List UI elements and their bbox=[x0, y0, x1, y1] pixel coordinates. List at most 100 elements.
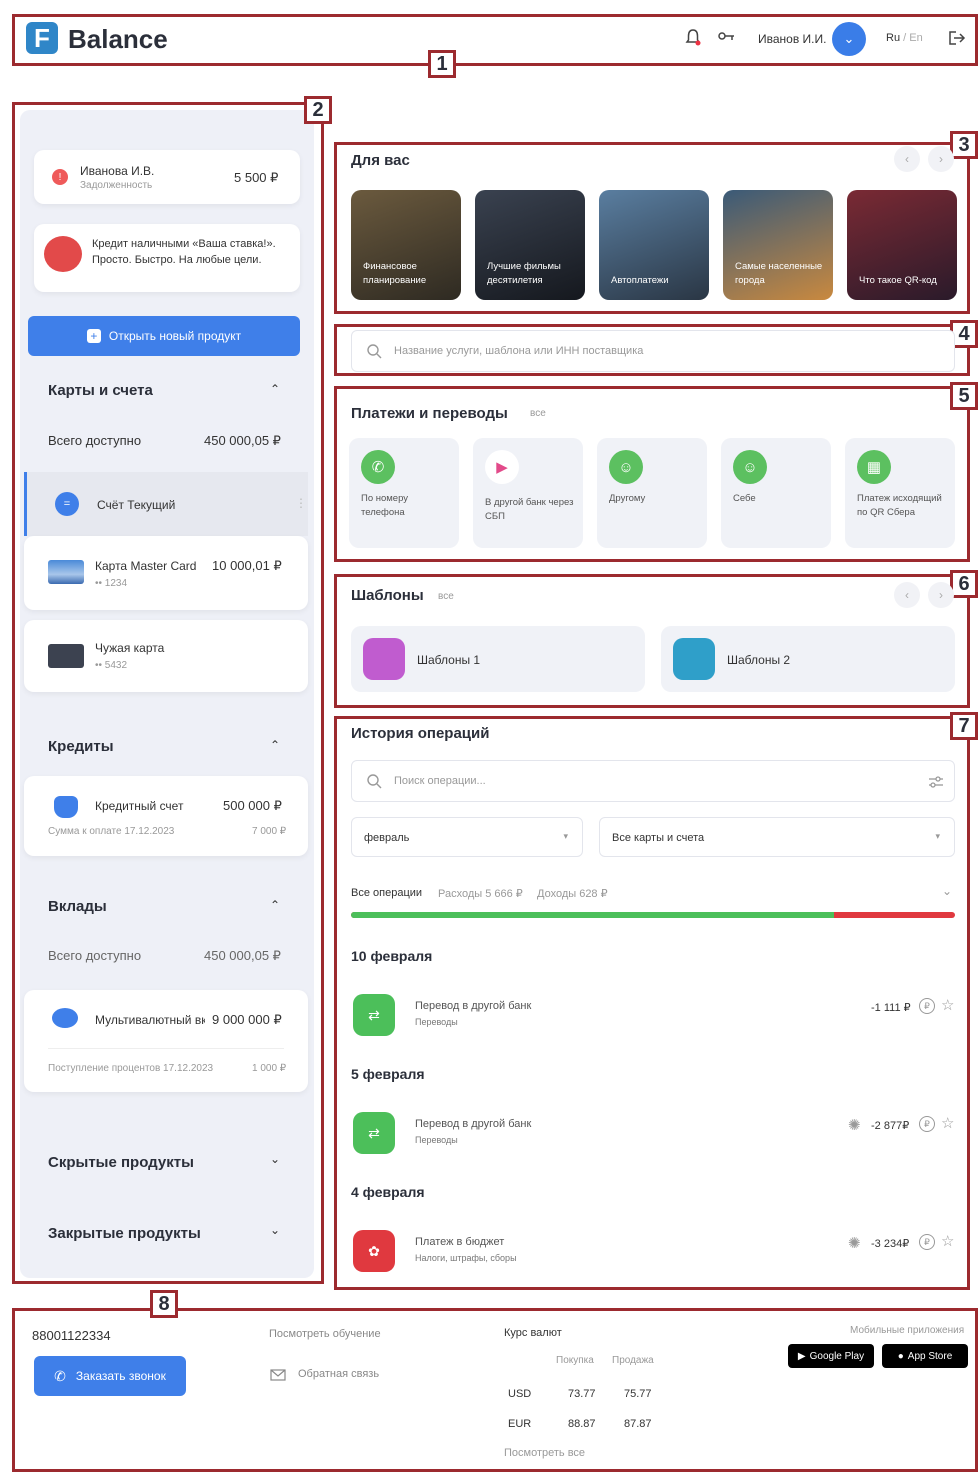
tile-label: Себе bbox=[733, 493, 756, 504]
google-play-icon: ▶ bbox=[797, 1350, 806, 1362]
next-arrow-icon[interactable]: › bbox=[928, 582, 954, 608]
template-card[interactable]: Шаблоны 2 bbox=[661, 626, 955, 692]
month-select[interactable]: февраль ▾ bbox=[351, 817, 583, 857]
transfer-icon: ⇄ bbox=[353, 1112, 395, 1154]
payment-tile-other[interactable]: ☺ Другому bbox=[597, 438, 707, 548]
mobile-apps-label: Мобильные приложения bbox=[850, 1325, 965, 1336]
rate-buy: 73.77 bbox=[568, 1388, 596, 1400]
logo-icon[interactable]: F bbox=[26, 22, 58, 54]
star-icon[interactable]: ☆ bbox=[941, 1232, 954, 1250]
filter-expenses-tab[interactable]: Расходы 5 666 ₽ bbox=[438, 887, 523, 900]
promo-card[interactable]: Кредит наличными «Ваша ставка!». Просто.… bbox=[34, 224, 300, 292]
language-switch[interactable]: Ru / En bbox=[886, 32, 923, 44]
request-call-button[interactable]: ✆ Заказать звонок bbox=[34, 1356, 186, 1396]
filter-income-tab[interactable]: Доходы 628 ₽ bbox=[537, 887, 608, 900]
user-name[interactable]: Иванов И.И. bbox=[758, 32, 826, 46]
bell-icon[interactable] bbox=[684, 28, 702, 51]
piggy-bank-icon bbox=[52, 1008, 78, 1028]
credit-amount: 500 000 ₽ bbox=[223, 798, 282, 813]
payments-title: Платежи и переводы bbox=[351, 405, 508, 422]
card-row-mastercard[interactable]: Карта Master Card •• 1234 10 000,01 ₽ bbox=[24, 536, 308, 610]
payments-all-link[interactable]: все bbox=[530, 408, 546, 419]
region-tag-2: 2 bbox=[304, 96, 332, 124]
for-you-title: Для вас bbox=[351, 152, 410, 169]
payment-tile-sbp[interactable]: ▶ В другой банк через СБП bbox=[473, 438, 583, 548]
logout-icon[interactable] bbox=[948, 30, 966, 51]
chevron-up-icon[interactable]: ⌃ bbox=[270, 382, 280, 396]
service-search-input[interactable]: Название услуги, шаблона или ИНН поставщ… bbox=[351, 330, 955, 372]
repeat-icon[interactable]: ₽ bbox=[919, 1234, 935, 1250]
operation-row[interactable]: ⇄ Перевод в другой банк Переводы ✺ -2 87… bbox=[351, 1110, 955, 1156]
more-icon[interactable]: ⋮ bbox=[295, 496, 307, 510]
card-row-foreign[interactable]: Чужая карта •• 5432 bbox=[24, 620, 308, 692]
star-icon[interactable]: ☆ bbox=[941, 1114, 954, 1132]
date-heading: 4 февраля bbox=[351, 1184, 425, 1200]
key-icon[interactable] bbox=[718, 30, 736, 49]
hidden-products-title[interactable]: Скрытые продукты bbox=[48, 1154, 194, 1171]
feedback-link[interactable]: Обратная связь bbox=[298, 1368, 379, 1380]
prev-arrow-icon[interactable]: ‹ bbox=[894, 582, 920, 608]
story-card[interactable]: Финансовое планирование bbox=[351, 190, 461, 300]
person-add-icon: ☺ bbox=[609, 450, 643, 484]
operation-search-input[interactable]: Поиск операции... bbox=[351, 760, 955, 802]
account-row-current[interactable]: = Счёт Текущий ⋮ bbox=[24, 472, 308, 536]
chevron-down-icon[interactable]: ⌄ bbox=[270, 1152, 280, 1166]
deposit-row[interactable]: Мультивалютный вк 9 000 000 ₽ Поступлени… bbox=[24, 990, 308, 1092]
chevron-up-icon[interactable]: ⌃ bbox=[270, 898, 280, 912]
operation-amount: -2 877₽ bbox=[871, 1120, 910, 1132]
google-play-button[interactable]: ▶ Google Play bbox=[788, 1344, 874, 1368]
repeat-icon[interactable]: ₽ bbox=[919, 1116, 935, 1132]
template-card[interactable]: Шаблоны 1 bbox=[351, 626, 645, 692]
prev-arrow-icon[interactable]: ‹ bbox=[894, 146, 920, 172]
card-number: •• 5432 bbox=[95, 660, 128, 671]
filter-all-tab[interactable]: Все операции bbox=[351, 887, 422, 899]
credit-row[interactable]: Кредитный счет 500 000 ₽ Сумма к оплате … bbox=[24, 776, 308, 856]
deposit-amount: 9 000 000 ₽ bbox=[212, 1012, 282, 1027]
story-card[interactable]: Лучшие фильмы десятилетия bbox=[475, 190, 585, 300]
operation-search-placeholder: Поиск операции... bbox=[394, 775, 486, 787]
accounts-select[interactable]: Все карты и счета ▾ bbox=[599, 817, 955, 857]
payment-tile-phone[interactable]: ✆ По номеру телефона bbox=[349, 438, 459, 548]
transfer-icon: ⇄ bbox=[353, 994, 395, 1036]
operation-amount: -3 234₽ bbox=[871, 1238, 910, 1250]
template-icon bbox=[363, 638, 405, 680]
chevron-down-icon[interactable]: ⌄ bbox=[270, 1223, 280, 1237]
open-product-button[interactable]: + Открыть новый продукт bbox=[28, 316, 300, 356]
tutorial-link[interactable]: Посмотреть обучение bbox=[269, 1328, 381, 1340]
credit-due-amount: 7 000 ₽ bbox=[252, 826, 287, 837]
debt-card[interactable]: ! Иванова И.В. Задолженность 5 500 ₽ bbox=[34, 150, 300, 204]
story-card[interactable]: Что такое QR-код bbox=[847, 190, 957, 300]
lang-ru[interactable]: Ru bbox=[886, 32, 900, 44]
story-card[interactable]: Самые населенные города bbox=[723, 190, 833, 300]
closed-products-title[interactable]: Закрытые продукты bbox=[48, 1225, 201, 1242]
lang-en[interactable]: En bbox=[909, 32, 922, 44]
loading-icon: ✺ bbox=[848, 1117, 861, 1134]
payment-tile-self[interactable]: ☺ Себе bbox=[721, 438, 831, 548]
repeat-icon[interactable]: ₽ bbox=[919, 998, 935, 1014]
apple-icon: ● bbox=[897, 1350, 904, 1362]
month-value: февраль bbox=[364, 832, 410, 844]
star-icon[interactable]: ☆ bbox=[941, 996, 954, 1014]
money-bag-icon bbox=[54, 796, 78, 818]
operation-amount: -1 111 ₽ bbox=[871, 1002, 911, 1014]
tile-label: Платеж исходящий по QR Сбера bbox=[857, 493, 942, 518]
chevron-up-icon[interactable]: ⌃ bbox=[270, 738, 280, 752]
payment-tile-qr[interactable]: ▦ Платеж исходящий по QR Сбера bbox=[845, 438, 955, 548]
avatar[interactable]: ⌄ bbox=[832, 22, 866, 56]
filter-icon[interactable] bbox=[928, 775, 944, 794]
next-arrow-icon[interactable]: › bbox=[928, 146, 954, 172]
templates-all-link[interactable]: все bbox=[438, 591, 454, 602]
support-phone[interactable]: 88001122334 bbox=[32, 1328, 111, 1343]
debtor-name: Иванова И.В. bbox=[80, 164, 155, 178]
region-tag-7: 7 bbox=[950, 712, 978, 740]
card-amount: 10 000,01 ₽ bbox=[212, 558, 282, 573]
rates-see-all-link[interactable]: Посмотреть все bbox=[504, 1447, 585, 1459]
search-icon bbox=[366, 773, 382, 794]
operation-row[interactable]: ✿ Платеж в бюджет Налоги, штрафы, сборы … bbox=[351, 1228, 955, 1274]
chevron-down-icon: ⌄ bbox=[843, 31, 855, 46]
operation-row[interactable]: ⇄ Перевод в другой банк Переводы -1 111 … bbox=[351, 992, 955, 1038]
app-store-button[interactable]: ● App Store bbox=[882, 1344, 968, 1368]
chevron-down-icon[interactable]: ⌄ bbox=[942, 884, 952, 898]
story-card[interactable]: Автоплатежи bbox=[599, 190, 709, 300]
rates-title: Курс валют bbox=[504, 1327, 562, 1339]
